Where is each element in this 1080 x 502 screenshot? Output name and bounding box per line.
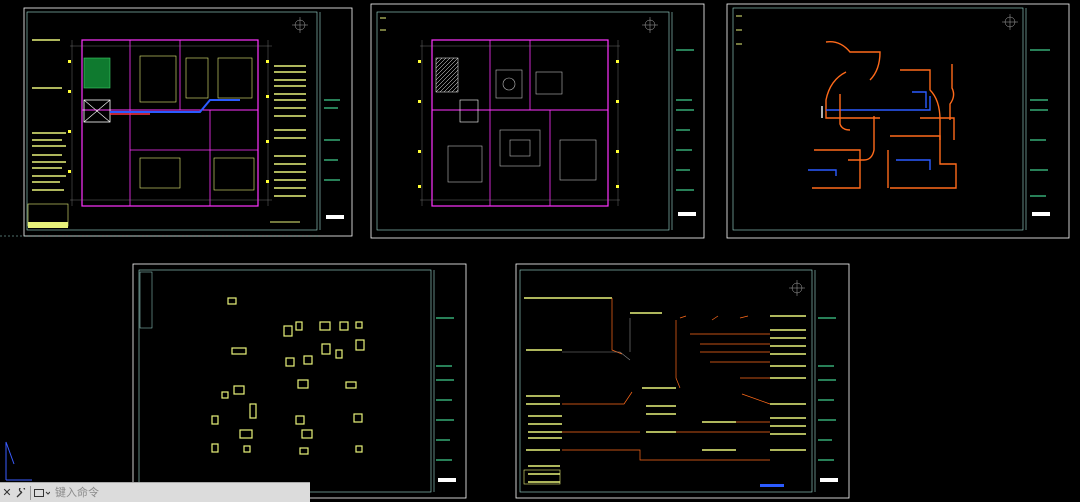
drawing-sheet-3[interactable] [726, 3, 1070, 239]
north-arrow [292, 17, 308, 33]
wrench-icon[interactable] [14, 484, 28, 502]
drawing-sheet-1[interactable] [0, 7, 353, 237]
north-arrow [642, 17, 658, 33]
separator [30, 485, 31, 500]
drawing-canvas[interactable] [0, 0, 1080, 502]
pipe-system-diagram[interactable] [808, 41, 957, 189]
command-line[interactable]: ✕ [0, 482, 310, 502]
north-arrow [789, 280, 805, 296]
ucs-icon [5, 441, 32, 481]
drawing-sheet-4[interactable] [132, 263, 467, 499]
close-icon[interactable]: ✕ [0, 484, 14, 502]
floor-plan-2[interactable] [418, 39, 620, 207]
north-arrow [1002, 14, 1018, 30]
command-history-icon[interactable] [33, 484, 51, 502]
drawing-sheet-5[interactable] [515, 263, 850, 499]
riser-diagram[interactable] [523, 297, 806, 487]
floor-plan-1[interactable] [68, 39, 272, 207]
fixture-layout[interactable] [211, 297, 365, 455]
command-input[interactable] [51, 484, 310, 501]
drawing-sheet-2[interactable] [370, 3, 705, 239]
